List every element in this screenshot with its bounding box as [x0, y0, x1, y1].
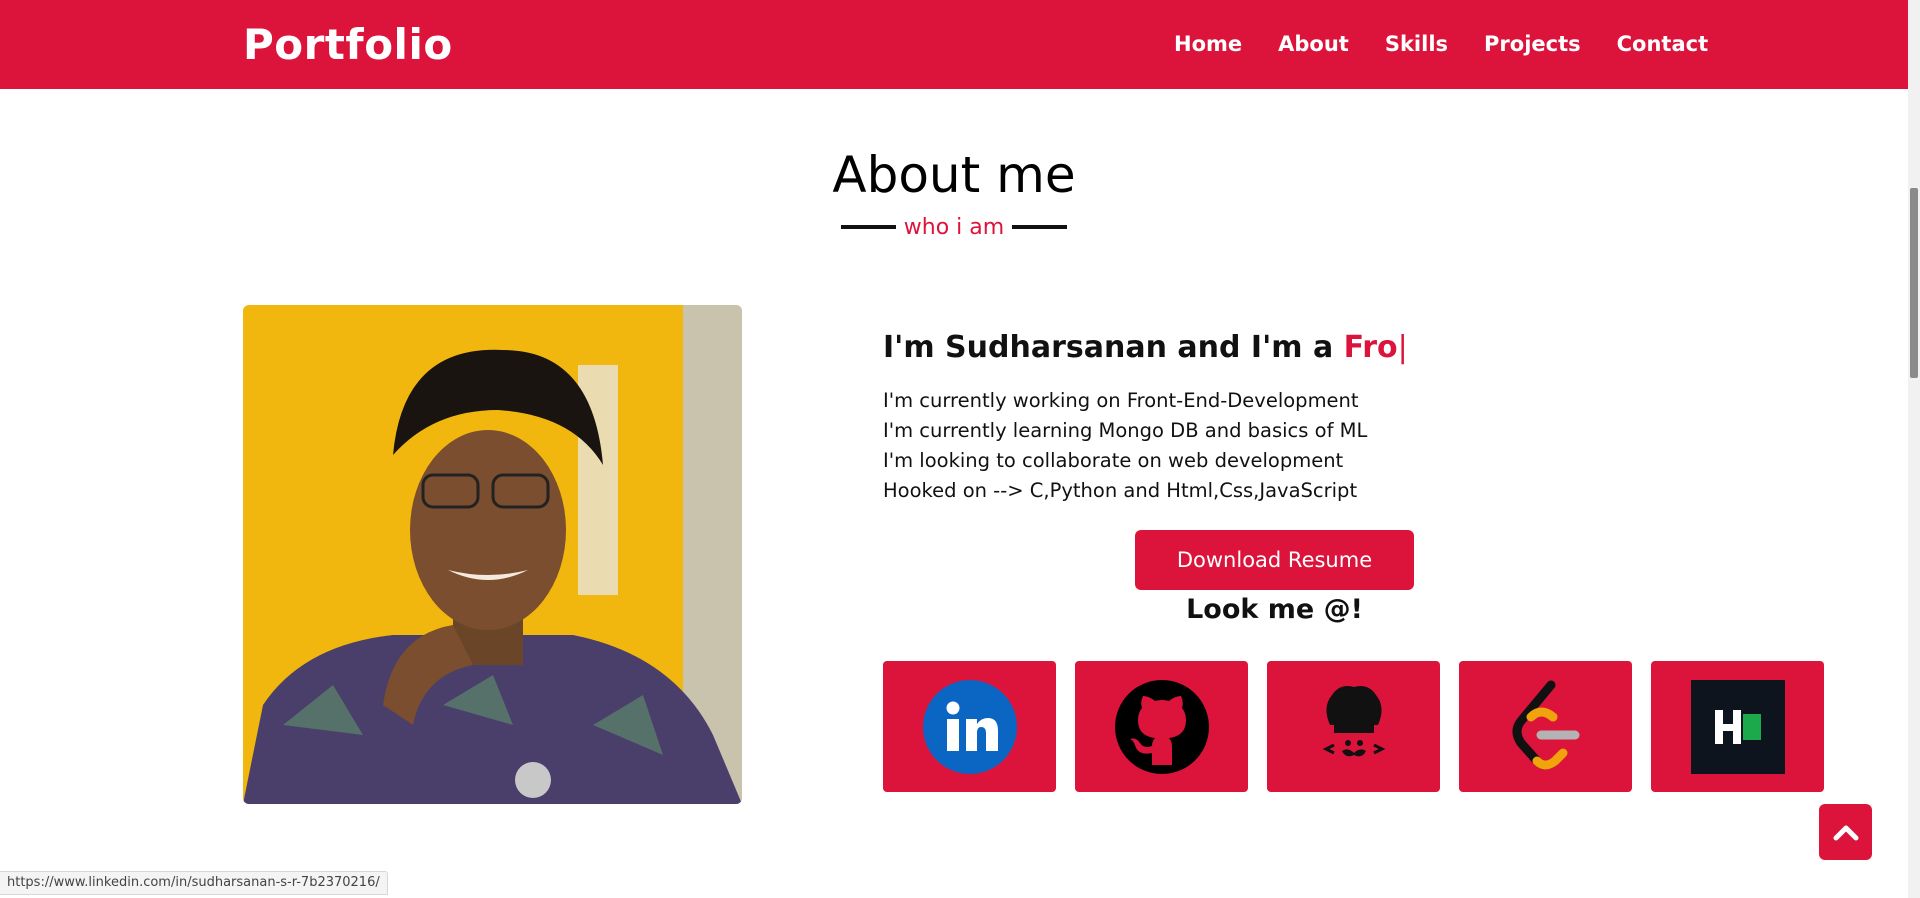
typing-cursor: | [1397, 330, 1408, 365]
intro-typed-text: Fro [1343, 330, 1398, 365]
page-scrollbar[interactable] [1908, 0, 1920, 898]
subtitle-divider-right [1011, 225, 1067, 229]
chevron-up-icon [1833, 825, 1858, 841]
navbar: Portfolio Home About Skills Projects Con… [0, 0, 1908, 89]
scroll-to-top-button[interactable] [1819, 804, 1872, 860]
section-title: About me [832, 146, 1076, 204]
intro-heading: I'm Sudharsanan and I'm a Fro| [883, 330, 1408, 365]
social-link-codechef[interactable] [1267, 661, 1440, 792]
social-link-leetcode[interactable] [1459, 661, 1632, 792]
browser-status-bar: https://www.linkedin.com/in/sudharsanan-… [0, 871, 388, 895]
codechef-icon [1322, 685, 1385, 756]
nav-link-projects[interactable]: Projects [1484, 32, 1581, 56]
scrollbar-thumb[interactable] [1910, 188, 1918, 378]
nav-link-about[interactable]: About [1278, 32, 1349, 56]
linkedin-icon [922, 679, 1017, 774]
look-me-heading: Look me @! [1186, 594, 1363, 625]
hackerrank-icon [1690, 679, 1785, 774]
social-link-linkedin[interactable] [883, 661, 1056, 792]
nav-menu: Home About Skills Projects Contact [1174, 32, 1708, 56]
section-subtitle-row: who i am [841, 212, 1067, 242]
social-links [883, 661, 1824, 792]
brand-logo[interactable]: Portfolio [243, 20, 453, 69]
social-link-hackerrank[interactable] [1651, 661, 1824, 792]
download-resume-button[interactable]: Download Resume [1135, 530, 1414, 590]
about-line: I'm currently working on Front-End-Devel… [883, 389, 1359, 412]
about-line: I'm currently learning Mongo DB and basi… [883, 419, 1368, 442]
subtitle-divider-left [841, 225, 896, 229]
about-description: I'm currently working on Front-End-Devel… [883, 386, 1367, 506]
nav-link-contact[interactable]: Contact [1617, 32, 1709, 56]
intro-static-text: I'm Sudharsanan and I'm a [883, 330, 1344, 365]
leetcode-icon [1512, 680, 1579, 769]
about-line: Hooked on --> C,Python and Html,Css,Java… [883, 479, 1358, 502]
nav-link-home[interactable]: Home [1174, 32, 1242, 56]
profile-photo [243, 305, 742, 804]
section-subtitle: who i am [903, 214, 1005, 240]
about-line: I'm looking to collaborate on web develo… [883, 449, 1344, 472]
nav-link-skills[interactable]: Skills [1385, 32, 1448, 56]
github-icon [1114, 679, 1209, 774]
social-link-github[interactable] [1075, 661, 1248, 792]
